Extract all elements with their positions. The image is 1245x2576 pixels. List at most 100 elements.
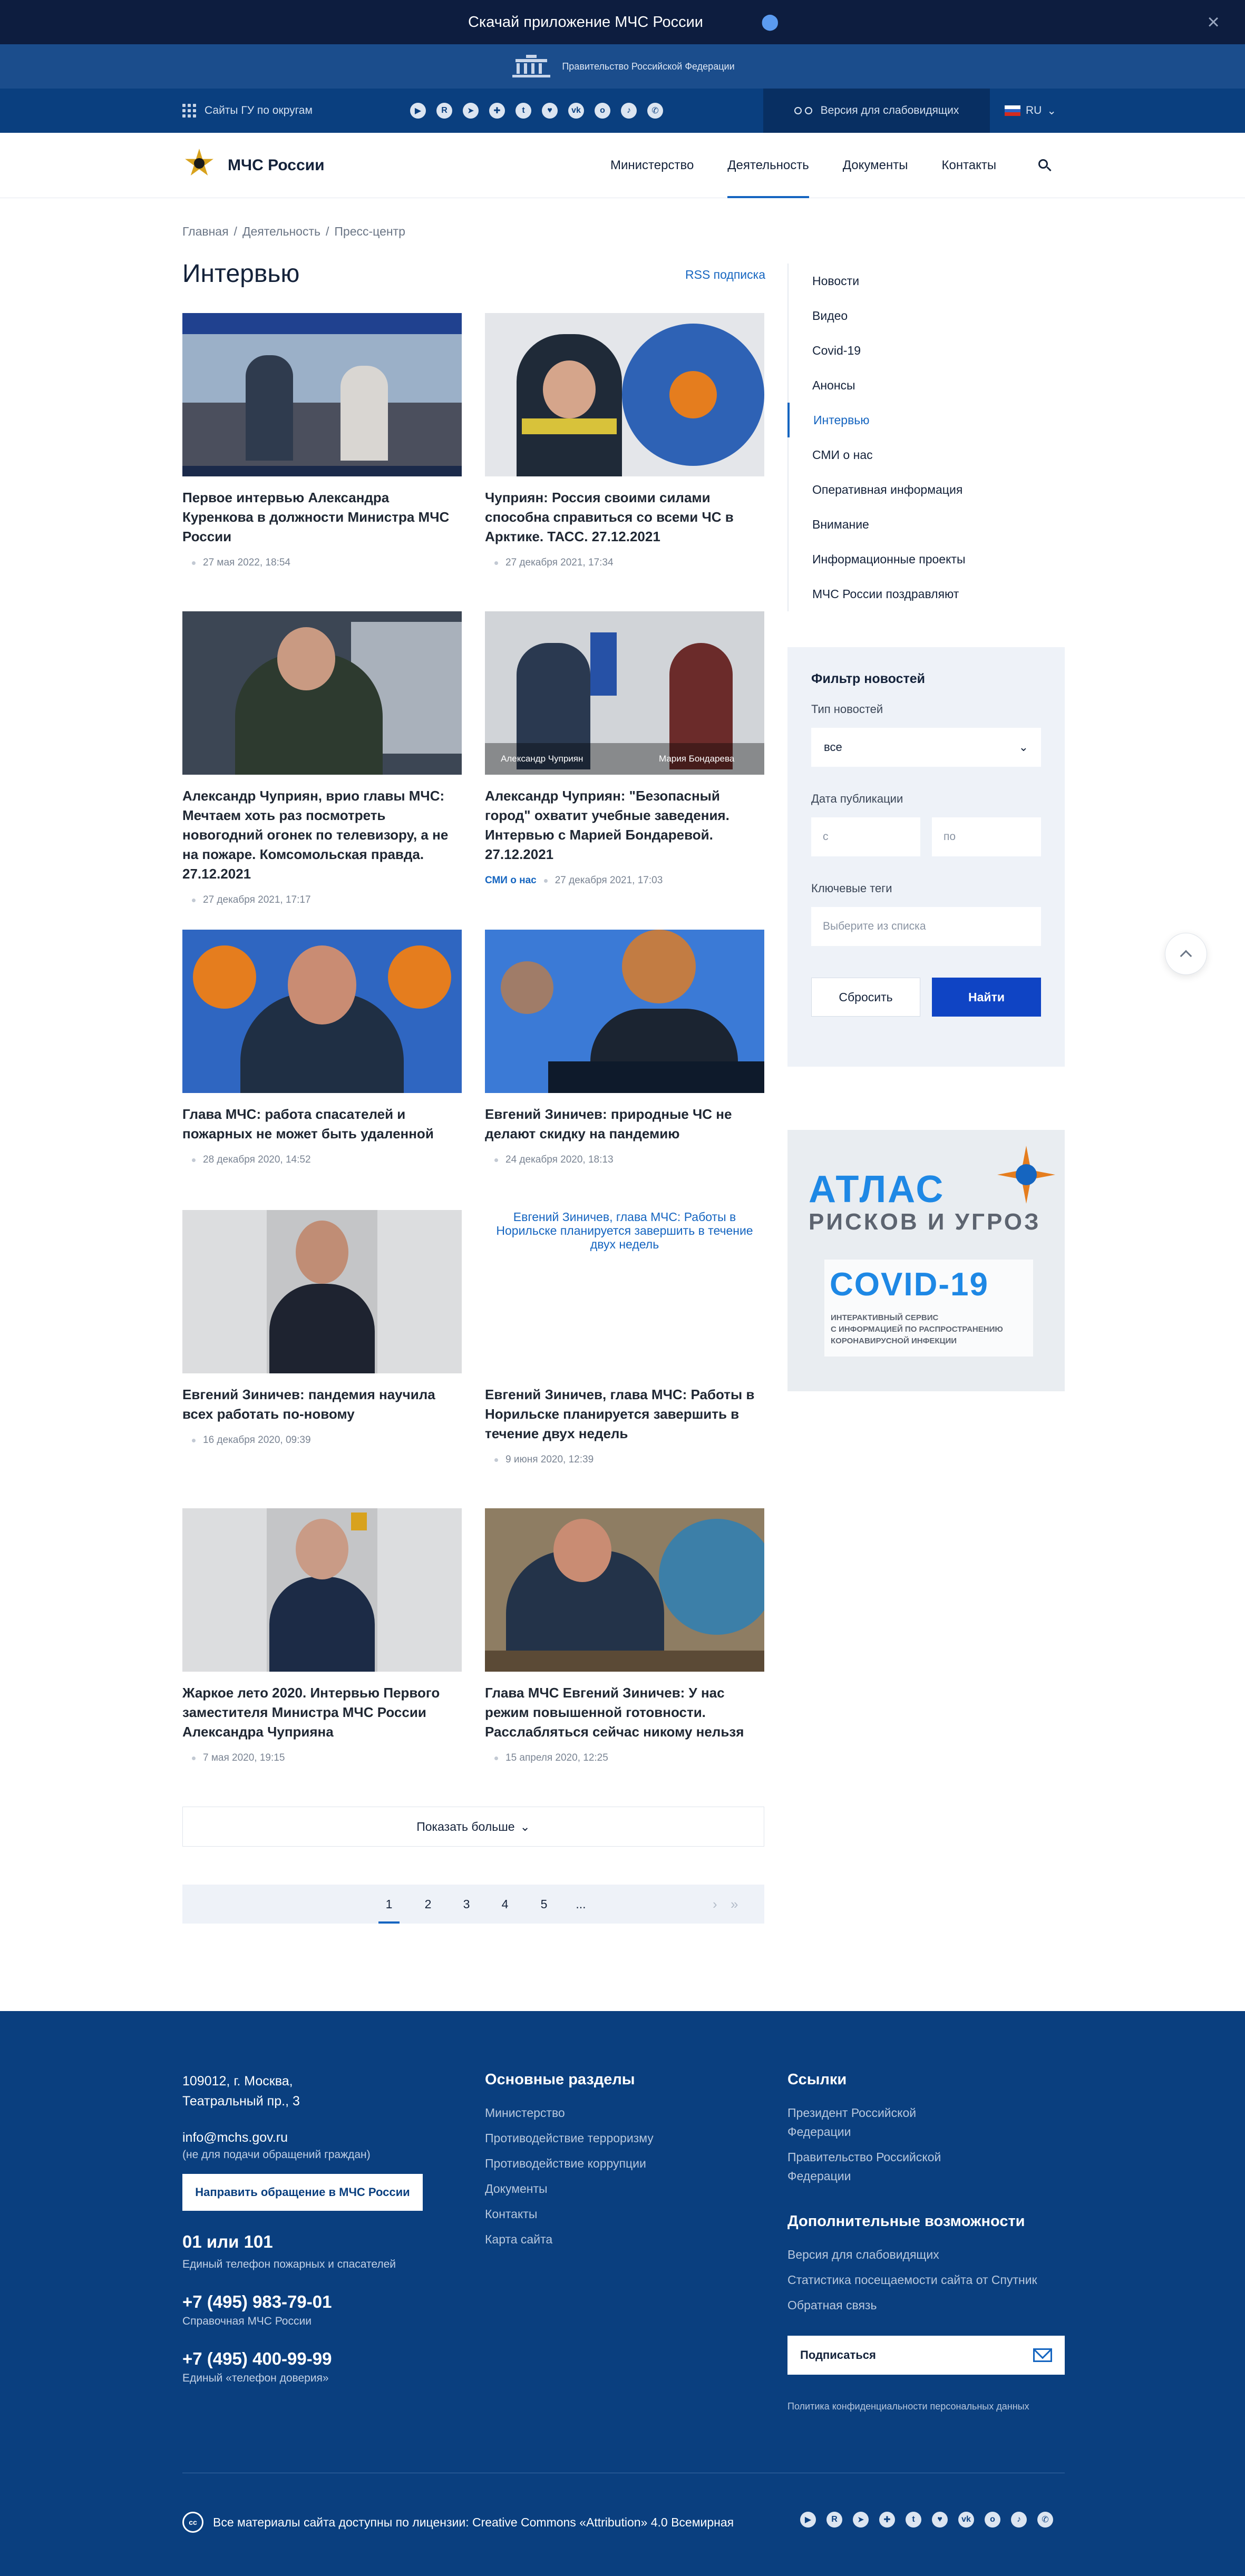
footer-link-sitemap[interactable]: Карта сайта bbox=[485, 2230, 654, 2249]
sidebar-item-info-projects[interactable]: Информационные проекты bbox=[787, 542, 1065, 577]
ok-icon[interactable]: o bbox=[595, 103, 610, 119]
nav-activity[interactable]: Деятельность bbox=[727, 133, 810, 198]
tiktok-icon[interactable]: ♪ bbox=[621, 103, 637, 119]
breadcrumb-home[interactable]: Главная bbox=[182, 225, 229, 238]
nav-contacts[interactable]: Контакты bbox=[942, 133, 997, 198]
search-icon[interactable] bbox=[1037, 158, 1052, 173]
article-title[interactable]: Первое интервью Александра Куренкова в д… bbox=[182, 488, 462, 547]
impaired-version-button[interactable]: Версия для слабовидящих bbox=[763, 89, 990, 133]
telegram-icon[interactable]: ➤ bbox=[853, 2512, 869, 2528]
apple-icon[interactable] bbox=[730, 14, 745, 30]
article-card[interactable]: Евгений Зиничев: пандемия научила всех р… bbox=[182, 1210, 462, 1446]
sidebar-item-news[interactable]: Новости bbox=[787, 264, 1065, 298]
rutube-icon[interactable]: R bbox=[436, 103, 452, 119]
footer-link-stats[interactable]: Статистика посещаемости сайта от Спутник bbox=[787, 2270, 1065, 2289]
tiktok-icon[interactable]: ♪ bbox=[1011, 2512, 1027, 2528]
sidebar-item-video[interactable]: Видео bbox=[787, 298, 1065, 333]
heart-icon[interactable]: ♥ bbox=[542, 103, 558, 119]
odnoklassniki-circle-icon[interactable]: ✚ bbox=[879, 2512, 895, 2528]
regional-sites-link[interactable]: Сайты ГУ по округам bbox=[182, 89, 313, 133]
footer-link-corruption[interactable]: Противодействие коррупции bbox=[485, 2154, 654, 2173]
footer-link-terrorism[interactable]: Противодействие терроризму bbox=[485, 2129, 654, 2148]
article-card[interactable]: Александр Чуприян Мария Бондарева Алекса… bbox=[485, 611, 764, 886]
footer-link-contacts[interactable]: Контакты bbox=[485, 2204, 654, 2223]
telegram-icon[interactable]: ➤ bbox=[463, 103, 479, 119]
tags-select[interactable]: Выберите из списка bbox=[811, 907, 1041, 946]
youtube-icon[interactable]: ▶ bbox=[800, 2512, 816, 2528]
twitter-icon[interactable]: t bbox=[515, 103, 531, 119]
article-title[interactable]: Чуприян: Россия своими силами способна с… bbox=[485, 488, 764, 547]
atlas-banner[interactable]: АТЛАС РИСКОВ И УГРОЗ COVID-19 ИНТЕРАКТИВ… bbox=[787, 1130, 1065, 1391]
whatsapp-icon[interactable]: ✆ bbox=[1037, 2512, 1053, 2528]
phone-emergency[interactable]: 01 или 101 bbox=[182, 2232, 423, 2252]
breadcrumb-activity[interactable]: Деятельность bbox=[242, 225, 320, 238]
language-selector[interactable]: RU ⌄ bbox=[1005, 89, 1056, 133]
show-more-button[interactable]: Показать больше ⌄ bbox=[182, 1807, 764, 1847]
article-card[interactable]: Евгений Зиничев, глава МЧС: Работы в Нор… bbox=[485, 1210, 764, 1466]
breadcrumb-press-center[interactable]: Пресс-центр bbox=[334, 225, 405, 238]
vk-icon[interactable]: vk bbox=[568, 103, 584, 119]
article-image-alt[interactable]: Евгений Зиничев, глава МЧС: Работы в Нор… bbox=[485, 1210, 764, 1373]
send-appeal-button[interactable]: Направить обращение в МЧС России bbox=[182, 2174, 423, 2211]
vk-icon[interactable]: vk bbox=[958, 2512, 974, 2528]
sidebar-item-media[interactable]: СМИ о нас bbox=[787, 437, 1065, 472]
last-page-icon[interactable]: » bbox=[731, 1885, 738, 1924]
email-link[interactable]: info@mchs.gov.ru bbox=[182, 2130, 423, 2145]
page-ellipsis[interactable]: ... bbox=[570, 1885, 591, 1924]
reset-button[interactable]: Сбросить bbox=[811, 978, 921, 1017]
article-tag[interactable]: СМИ о нас bbox=[485, 875, 537, 886]
find-button[interactable]: Найти bbox=[932, 978, 1041, 1017]
next-page-icon[interactable]: › bbox=[713, 1885, 717, 1924]
article-title[interactable]: Александр Чуприян, врио главы МЧС: Мечта… bbox=[182, 786, 462, 884]
youtube-icon[interactable]: ▶ bbox=[410, 103, 426, 119]
ok-icon[interactable]: o bbox=[985, 2512, 1000, 2528]
article-title[interactable]: Глава МЧС Евгений Зиничев: У нас режим п… bbox=[485, 1683, 764, 1742]
date-to-input[interactable]: по bbox=[932, 817, 1041, 856]
article-card[interactable]: Евгений Зиничев: природные ЧС не делают … bbox=[485, 930, 764, 1166]
sidebar-item-interview[interactable]: Интервью bbox=[787, 403, 1065, 437]
date-from-input[interactable]: с bbox=[811, 817, 920, 856]
article-card[interactable]: Глава МЧС: работа спасателей и пожарных … bbox=[182, 930, 462, 1166]
footer-link-impaired[interactable]: Версия для слабовидящих bbox=[787, 2245, 1065, 2264]
article-card[interactable]: Жаркое лето 2020. Интервью Первого замес… bbox=[182, 1508, 462, 1764]
article-title[interactable]: Евгений Зиничев: пандемия научила всех р… bbox=[182, 1385, 462, 1424]
footer-link-government[interactable]: Правительство Российской Федерации bbox=[787, 2148, 961, 2185]
site-logo[interactable]: МЧС России bbox=[182, 140, 325, 191]
news-type-select[interactable]: все ⌄ bbox=[811, 728, 1041, 767]
sidebar-item-covid[interactable]: Covid-19 bbox=[787, 333, 1065, 368]
footer-link-feedback[interactable]: Обратная связь bbox=[787, 2296, 1065, 2315]
twitter-icon[interactable]: t bbox=[906, 2512, 921, 2528]
page-3[interactable]: 3 bbox=[456, 1885, 477, 1924]
footer-link-documents[interactable]: Документы bbox=[485, 2179, 654, 2198]
article-title[interactable]: Евгений Зиничев: природные ЧС не делают … bbox=[485, 1105, 764, 1144]
subscribe-button[interactable]: Подписаться bbox=[787, 2336, 1065, 2375]
phone-trust[interactable]: +7 (495) 400-99-99 bbox=[182, 2349, 423, 2369]
sidebar-item-operative[interactable]: Оперативная информация bbox=[787, 472, 1065, 507]
odnoklassniki-circle-icon[interactable]: ✚ bbox=[489, 103, 505, 119]
close-icon[interactable]: × bbox=[1203, 12, 1224, 33]
article-title[interactable]: Александр Чуприян: "Безопасный город" ох… bbox=[485, 786, 764, 864]
phone-info[interactable]: +7 (495) 983-79-01 bbox=[182, 2292, 423, 2312]
footer-link-ministry[interactable]: Министерство bbox=[485, 2103, 654, 2122]
scroll-up-button[interactable] bbox=[1165, 933, 1207, 975]
sidebar-item-attention[interactable]: Внимание bbox=[787, 507, 1065, 542]
article-card[interactable]: Чуприян: Россия своими силами способна с… bbox=[485, 313, 764, 569]
rutube-icon[interactable]: R bbox=[826, 2512, 842, 2528]
page-5[interactable]: 5 bbox=[533, 1885, 555, 1924]
article-title[interactable]: Евгений Зиничев, глава МЧС: Работы в Нор… bbox=[485, 1385, 764, 1443]
nav-documents[interactable]: Документы bbox=[843, 133, 908, 198]
page-4[interactable]: 4 bbox=[494, 1885, 515, 1924]
whatsapp-icon[interactable]: ✆ bbox=[647, 103, 663, 119]
page-2[interactable]: 2 bbox=[417, 1885, 439, 1924]
android-icon[interactable]: ⬤ bbox=[761, 14, 779, 30]
article-title[interactable]: Глава МЧС: работа спасателей и пожарных … bbox=[182, 1105, 462, 1144]
article-card[interactable]: Глава МЧС Евгений Зиничев: У нас режим п… bbox=[485, 1508, 764, 1764]
sidebar-item-announcements[interactable]: Анонсы bbox=[787, 368, 1065, 403]
article-title[interactable]: Жаркое лето 2020. Интервью Первого замес… bbox=[182, 1683, 462, 1742]
article-card[interactable]: Первое интервью Александра Куренкова в д… bbox=[182, 313, 462, 569]
nav-ministry[interactable]: Министерство bbox=[610, 133, 694, 198]
government-link[interactable]: Правительство Российской Федерации bbox=[0, 44, 1245, 89]
sidebar-item-congratulations[interactable]: МЧС России поздравляют bbox=[787, 577, 1065, 611]
rss-link[interactable]: RSS подписка bbox=[685, 268, 765, 282]
privacy-policy-link[interactable]: Политика конфиденциальности персональных… bbox=[787, 2401, 1065, 2412]
